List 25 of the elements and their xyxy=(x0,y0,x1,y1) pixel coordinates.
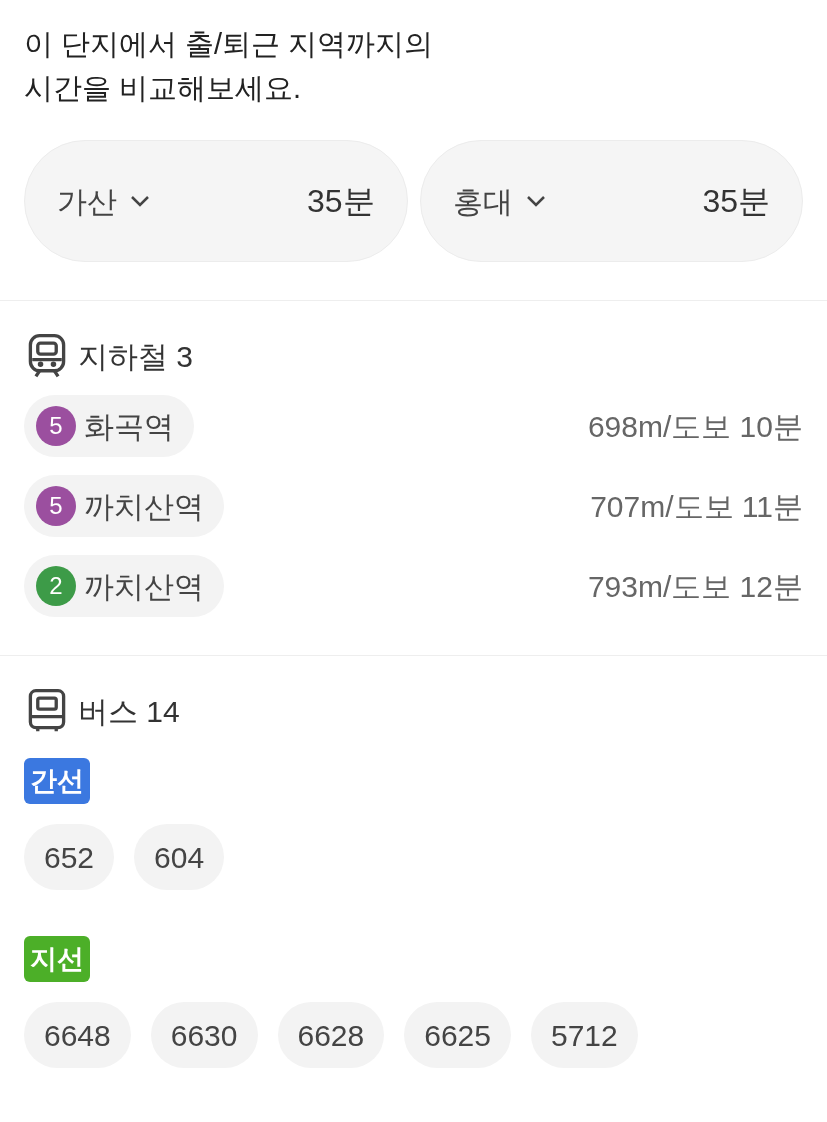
bus-route-chip[interactable]: 604 xyxy=(134,824,225,890)
bus-route-chip[interactable]: 6648 xyxy=(24,1002,131,1068)
station-chip[interactable]: 2 까치산역 xyxy=(24,555,224,617)
bus-route-chip[interactable]: 652 xyxy=(24,824,115,890)
bus-route-chip[interactable]: 6625 xyxy=(404,1002,511,1068)
bus-route-chip[interactable]: 6630 xyxy=(150,1002,258,1068)
subway-title: 지하철 3 xyxy=(78,338,194,375)
bus-route-chip[interactable]: 6628 xyxy=(277,1002,385,1068)
bus-type-tag: 지선 xyxy=(24,936,90,982)
commute-selector[interactable]: 가산 35분 xyxy=(24,140,408,262)
line-number-badge: 2 xyxy=(36,566,76,606)
intro-text: 이 단지에서 출/퇴근 지역까지의 시간을 비교해보세요. xyxy=(24,27,435,106)
bus-title: 버스 14 xyxy=(78,693,180,730)
chevron-down-icon xyxy=(524,194,547,208)
line-number-badge: 5 xyxy=(36,486,76,526)
station-chip[interactable]: 5 까치산역 xyxy=(24,475,224,537)
line-number-badge: 5 xyxy=(36,406,76,446)
walking-distance: 793m/도보 12분 xyxy=(587,568,803,605)
bus-type-tag: 간선 xyxy=(24,758,90,804)
bus-route-chip[interactable]: 5712 xyxy=(531,1002,638,1068)
chevron-down-icon xyxy=(129,194,151,208)
station-chip[interactable]: 5 화곡역 xyxy=(24,395,194,457)
commute-selector[interactable]: 홍대 35분 xyxy=(419,140,803,262)
walking-distance: 698m/도보 10분 xyxy=(587,408,803,445)
walking-distance: 707m/도보 11분 xyxy=(590,488,803,525)
